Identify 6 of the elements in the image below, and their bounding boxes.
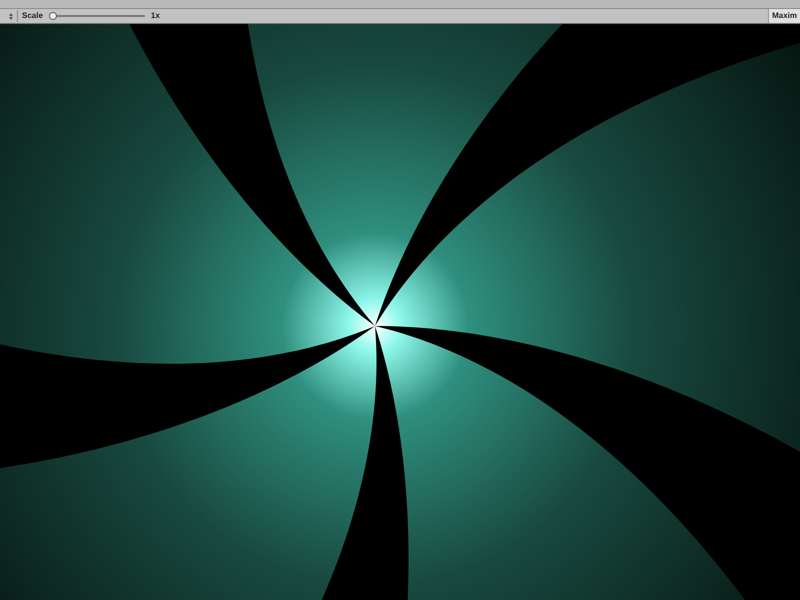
slider-thumb[interactable] xyxy=(48,12,57,20)
scale-slider[interactable] xyxy=(48,12,145,20)
scale-value: 1x xyxy=(150,10,160,22)
maximize-button[interactable]: Maxim xyxy=(768,9,800,23)
dropdown-icon[interactable] xyxy=(9,12,13,20)
scale-label: Scale xyxy=(22,10,43,22)
